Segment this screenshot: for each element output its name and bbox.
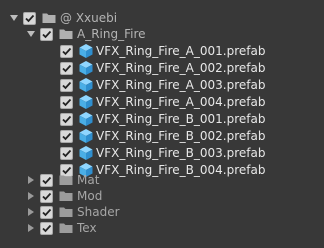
expand-arrow-down-icon[interactable]: [9, 13, 19, 23]
prefab-label: VFX_Ring_Fire_B_001.prefab: [96, 112, 266, 126]
expand-arrow-right-icon[interactable]: [26, 207, 36, 217]
checkbox-root[interactable]: [23, 12, 36, 25]
prefab-label: VFX_Ring_Fire_A_004.prefab: [96, 95, 266, 109]
folder-label-mat: Mat: [77, 173, 100, 187]
tree-row-prefab[interactable]: VFX_Ring_Fire_A_003.prefab: [0, 76, 324, 94]
tree-row-prefab[interactable]: VFX_Ring_Fire_B_003.prefab: [0, 144, 324, 162]
prefab-cube-icon: [78, 111, 94, 127]
checkbox-folder-mod[interactable]: [40, 190, 53, 203]
checkbox-folder-shader[interactable]: [40, 206, 53, 219]
checkbox-prefab[interactable]: [60, 113, 73, 126]
folder-icon: [59, 28, 73, 40]
prefab-label: VFX_Ring_Fire_B_003.prefab: [96, 146, 266, 160]
tree-row-prefab[interactable]: VFX_Ring_Fire_A_001.prefab: [0, 42, 324, 60]
expand-arrow-down-icon[interactable]: [26, 29, 36, 39]
checkbox-prefab[interactable]: [60, 96, 73, 109]
expand-arrow-right-icon[interactable]: [26, 223, 36, 233]
folder-icon: [59, 222, 73, 234]
checkbox-prefab[interactable]: [60, 79, 73, 92]
prefab-label: VFX_Ring_Fire_A_001.prefab: [96, 44, 266, 58]
subfolder-label: A_Ring_Fire: [77, 27, 146, 41]
expand-arrow-right-icon[interactable]: [26, 191, 36, 201]
folder-label-tex: Tex: [77, 221, 97, 235]
checkbox-prefab[interactable]: [60, 130, 73, 143]
prefab-cube-icon: [78, 128, 94, 144]
prefab-label: VFX_Ring_Fire_B_002.prefab: [96, 129, 266, 143]
prefab-cube-icon: [78, 60, 94, 76]
prefab-cube-icon: [78, 43, 94, 59]
tree-row-prefab[interactable]: VFX_Ring_Fire_B_002.prefab: [0, 127, 324, 145]
folder-label-shader: Shader: [77, 205, 120, 219]
folder-icon: [59, 174, 73, 186]
folder-icon: [59, 190, 73, 202]
expand-arrow-right-icon[interactable]: [26, 175, 36, 185]
prefab-cube-icon: [78, 145, 94, 161]
root-folder-label: @ Xxuebi: [60, 11, 118, 25]
checkbox-prefab[interactable]: [60, 147, 73, 160]
checkbox-folder-tex[interactable]: [40, 222, 53, 235]
tree-row-prefab[interactable]: VFX_Ring_Fire_A_004.prefab: [0, 93, 324, 111]
checkbox-prefab[interactable]: [60, 45, 73, 58]
prefab-label: VFX_Ring_Fire_A_002.prefab: [96, 61, 266, 75]
prefab-label: VFX_Ring_Fire_A_003.prefab: [96, 78, 266, 92]
checkbox-prefab[interactable]: [60, 62, 73, 75]
tree-row-subfolder[interactable]: A_Ring_Fire: [0, 25, 324, 43]
checkbox-folder-mat[interactable]: [40, 174, 53, 187]
tree-row-folder-tex[interactable]: Tex: [0, 219, 324, 237]
folder-icon: [42, 12, 56, 24]
folder-label-mod: Mod: [77, 189, 103, 203]
tree-row-prefab[interactable]: VFX_Ring_Fire_B_001.prefab: [0, 110, 324, 128]
prefab-cube-icon: [78, 77, 94, 93]
checkbox-subfolder[interactable]: [40, 28, 53, 41]
prefab-cube-icon: [78, 94, 94, 110]
tree-row-prefab[interactable]: VFX_Ring_Fire_A_002.prefab: [0, 59, 324, 77]
folder-icon: [59, 206, 73, 218]
